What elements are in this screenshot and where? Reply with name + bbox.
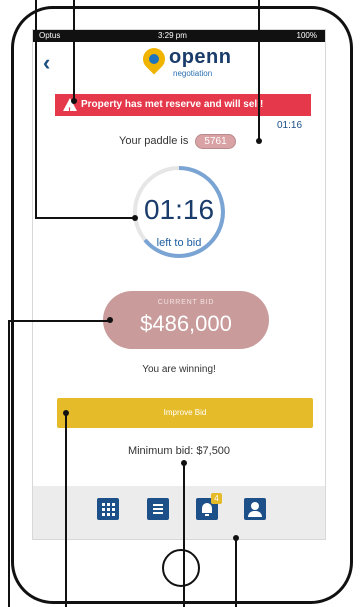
timer-small: 01:16 (277, 120, 303, 131)
callout-line (8, 320, 110, 322)
current-bid-pill: CURRENT BID $486,000 (103, 291, 269, 349)
paddle-number-badge: 5761 (195, 134, 236, 149)
user-icon[interactable] (244, 498, 266, 520)
paddle-info: Your paddle is 5761 (119, 134, 236, 149)
paddle-label: Your paddle is (119, 135, 189, 147)
callout-dot (71, 98, 77, 104)
logo-pin-icon (138, 43, 170, 75)
current-bid-label: CURRENT BID (157, 299, 215, 306)
callout-line (35, 217, 135, 219)
callout-line (258, 0, 260, 140)
app-screen: Optus 3:29 pm 100% ‹ openn negotiation P… (32, 29, 326, 540)
callout-dot (63, 410, 69, 416)
clock: 3:29 pm (158, 31, 187, 40)
logo-wordmark: openn (169, 46, 232, 68)
callout-dot (181, 460, 187, 466)
callout-line (183, 463, 185, 607)
notification-badge: 4 (211, 493, 222, 504)
callout-line (235, 538, 237, 607)
bottom-nav: 4 (33, 486, 325, 539)
callout-dot (132, 215, 138, 221)
home-button[interactable] (162, 549, 200, 587)
list-icon[interactable] (147, 498, 169, 520)
current-bid-amount: $486,000 (140, 311, 232, 336)
carrier: Optus (39, 31, 61, 40)
chevron-left-icon[interactable]: ‹ (43, 50, 50, 76)
logo-tagline: negotiation (173, 69, 213, 78)
callout-dot (233, 535, 239, 541)
callout-dot (256, 138, 262, 144)
status-bar: Optus 3:29 pm 100% (33, 30, 325, 42)
battery: 100% (296, 31, 317, 40)
callout-line (65, 413, 67, 607)
reserve-banner-text: Property has met reserve and will sell! (81, 99, 264, 110)
grid-icon[interactable] (97, 498, 119, 520)
reserve-banner: Property has met reserve and will sell! (55, 94, 311, 122)
countdown-time: 01:16 (143, 194, 215, 225)
callout-dot (107, 317, 113, 323)
bid-status-message: You are winning! (142, 364, 216, 375)
callout-line (73, 0, 75, 100)
countdown-label: left to bid (156, 237, 202, 249)
callout-line (35, 0, 37, 218)
improve-bid-button[interactable]: Improve Bid (57, 398, 313, 428)
app-header: ‹ openn negotiation (33, 42, 325, 86)
minimum-bid-text: Minimum bid: $7,500 (127, 445, 231, 457)
callout-line (8, 320, 10, 607)
